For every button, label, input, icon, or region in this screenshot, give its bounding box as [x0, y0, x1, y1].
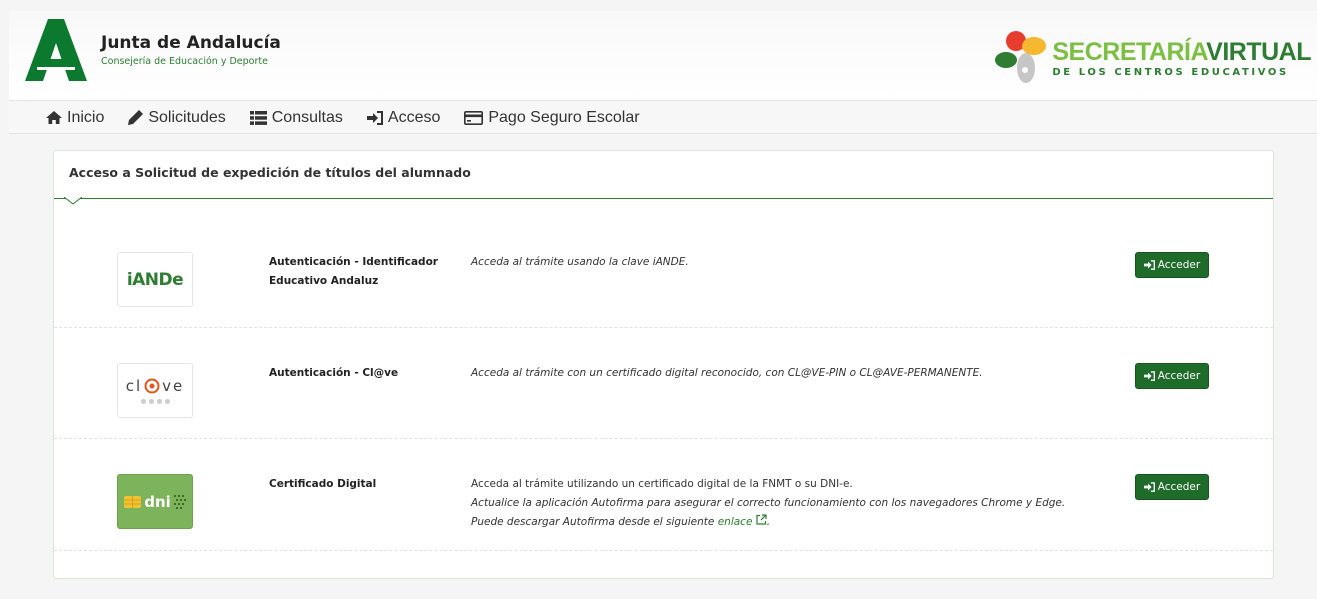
nav-item-acceso[interactable]: Acceso — [366, 108, 441, 127]
nav-item-consultas[interactable]: Consultas — [249, 108, 343, 127]
description-line3-prefix: Puede descargar Autofirma desde el sigui… — [471, 516, 715, 528]
sv-subtitle: DE LOS CENTROS EDUCATIVOS — [1052, 67, 1289, 78]
panel-header: Acceso a Solicitud de expedición de títu… — [54, 151, 1273, 205]
acceder-label: Acceder — [1157, 370, 1201, 382]
method-name: Autenticación - Identificador Educativo … — [269, 256, 438, 287]
main-nav: Inicio Solicitudes Consultas Acceso Pago… — [9, 102, 1317, 134]
sv-title-part-a: SECRETARÍA — [1052, 38, 1207, 66]
junta-brand[interactable]: Junta de Andalucía Consejería de Educaci… — [23, 19, 281, 81]
brand-title: Junta de Andalucía — [101, 33, 281, 53]
sign-in-icon — [1143, 371, 1155, 381]
panel-title: Acceso a Solicitud de expedición de títu… — [69, 165, 471, 180]
nav-label-solicitudes: Solicitudes — [148, 108, 226, 126]
iande-logo: iANDe — [117, 252, 193, 307]
dni-logo: dni — [117, 474, 193, 529]
dni-logo-text: dni — [144, 492, 171, 511]
credit-card-icon — [464, 110, 484, 125]
auth-method-certificado: dni Certificado Digital Acceda al trámit… — [54, 439, 1273, 551]
access-panel: Acceso a Solicitud de expedición de títu… — [53, 150, 1274, 579]
description-line1: Acceda al trámite utilizando un certific… — [471, 478, 853, 490]
nav-item-inicio[interactable]: Inicio — [46, 109, 104, 127]
sign-in-icon — [1143, 260, 1155, 270]
auth-method-iande: iANDe Autenticación - Identificador Educ… — [54, 220, 1273, 328]
auth-method-clave: cl ve Autenticación - Cl@ve Acceda al tr… — [54, 328, 1273, 439]
caret-down-icon — [64, 197, 82, 205]
acceder-button-iande[interactable]: Acceder — [1135, 252, 1209, 278]
sign-in-icon — [1143, 482, 1155, 492]
method-name: Certificado Digital — [269, 478, 377, 490]
clave-dots — [140, 399, 170, 404]
link-text: enlace — [717, 516, 753, 528]
at-icon — [144, 378, 160, 394]
secretaria-virtual-brand[interactable]: SECRETARÍAVIRTUAL DE LOS CENTROS EDUCATI… — [988, 28, 1311, 90]
clave-logo-text-b: ve — [162, 377, 185, 395]
method-name: Autenticación - Cl@ve — [269, 367, 399, 379]
nav-item-solicitudes[interactable]: Solicitudes — [128, 108, 226, 127]
method-description: Acceda al trámite con un certificado dig… — [471, 367, 983, 379]
acceder-label: Acceder — [1157, 481, 1201, 493]
clave-logo-text-a: cl — [125, 377, 143, 395]
external-link-icon — [756, 514, 767, 525]
description-line3-suffix: . — [766, 516, 771, 528]
junta-andalucia-logo-icon — [25, 19, 87, 81]
description-line3: Puede descargar Autofirma desde el sigui… — [471, 513, 1111, 532]
list-icon — [249, 110, 267, 125]
nav-label-pago-seguro-escolar: Pago Seguro Escolar — [488, 108, 640, 126]
brand-subtitle: Consejería de Educación y Deporte — [101, 56, 268, 67]
chip-icon — [124, 495, 142, 508]
description-line2: Actualice la aplicación Autofirma para a… — [471, 497, 1066, 509]
secretaria-virtual-logo-icon — [995, 31, 1047, 83]
acceder-button-clave[interactable]: Acceder — [1135, 363, 1209, 389]
header: Junta de Andalucía Consejería de Educaci… — [9, 11, 1317, 101]
acceder-button-certificado[interactable]: Acceder — [1135, 474, 1209, 500]
home-icon — [46, 111, 62, 124]
pencil-icon — [128, 110, 144, 125]
nav-label-consultas: Consultas — [271, 108, 343, 126]
sign-in-icon — [366, 110, 383, 125]
method-description: Acceda al trámite usando la clave iANDE. — [471, 256, 689, 268]
method-description: Acceda al trámite utilizando un certific… — [471, 475, 1111, 532]
nav-label-inicio: Inicio — [67, 108, 105, 126]
iande-logo-text: iANDe — [126, 269, 184, 290]
nav-item-pago-seguro-escolar[interactable]: Pago Seguro Escolar — [464, 108, 640, 127]
clave-logo: cl ve — [117, 363, 193, 418]
dni-pattern-icon — [173, 494, 186, 509]
acceder-label: Acceder — [1157, 259, 1201, 271]
nav-label-acceso: Acceso — [387, 108, 441, 126]
autofirma-download-link[interactable]: enlace — [717, 514, 767, 528]
sv-title-part-b: VIRTUAL — [1206, 38, 1311, 66]
